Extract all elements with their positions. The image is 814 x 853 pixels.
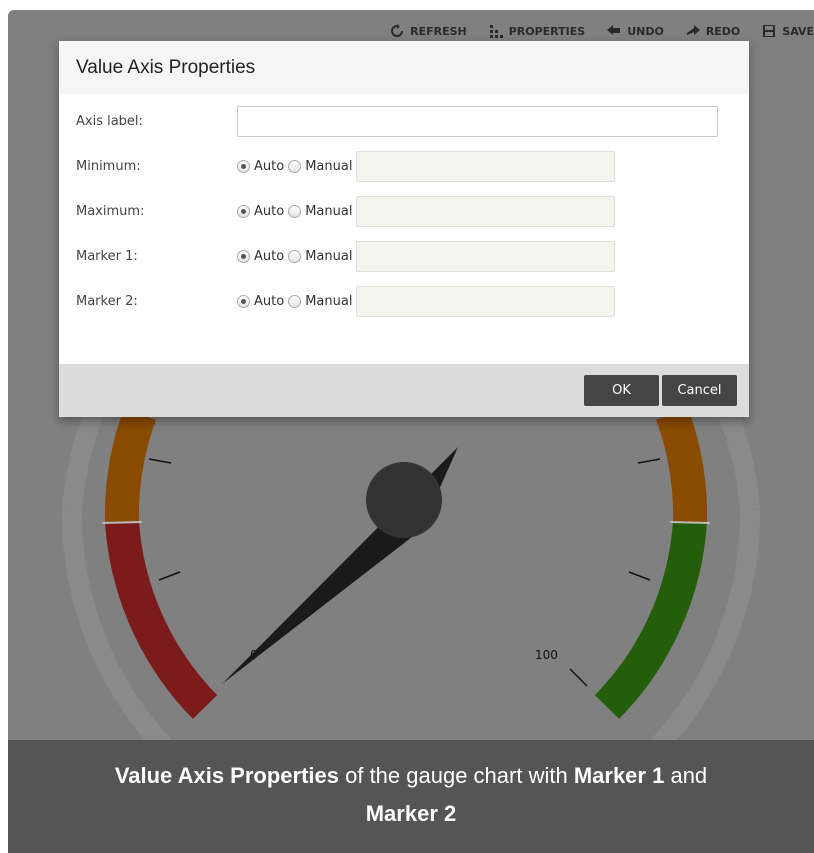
gauge-tick (158, 571, 181, 581)
maximum-radio-group: Auto Manual (237, 204, 356, 219)
marker1-radio-group: Auto Manual (237, 249, 356, 264)
dialog-footer: OK Cancel (59, 364, 749, 417)
marker2-auto-radio[interactable] (237, 294, 250, 308)
gauge-band-red (105, 520, 218, 719)
gauge-max-label: 100 (535, 648, 558, 662)
maximum-value-input[interactable] (356, 195, 615, 227)
marker1-value-input[interactable] (356, 240, 615, 272)
save-icon (762, 24, 776, 38)
caption-part3: Marker 1 (573, 763, 665, 788)
gauge-hub (366, 462, 442, 538)
redo-button[interactable]: REDO (686, 24, 740, 38)
dialog-header: Value Axis Properties (59, 41, 749, 94)
dialog-title: Value Axis Properties (76, 56, 256, 78)
caption-part2: of the gauge chart with (339, 763, 574, 788)
marker1-manual-radio[interactable] (288, 249, 302, 263)
maximum-label: Maximum: (76, 203, 145, 219)
save-label: SAVE (782, 24, 814, 38)
figure-caption: Value Axis Properties of the gauge chart… (8, 740, 814, 853)
marker1-manual-label: Manual (305, 248, 353, 264)
gauge-band-orange (104, 408, 157, 523)
gauge-tick (569, 668, 588, 687)
maximum-row: Maximum: Auto Manual (59, 195, 749, 227)
refresh-icon (390, 24, 404, 38)
refresh-label: REFRESH (410, 24, 467, 38)
minimum-radio-group: Auto Manual (237, 159, 356, 174)
maximum-manual-label: Manual (305, 203, 353, 219)
gauge-tick (628, 571, 651, 581)
save-button[interactable]: SAVE (762, 24, 814, 38)
gauge-band-orange-right (655, 408, 708, 523)
caption-part1: Value Axis Properties (114, 763, 339, 788)
marker2-label: Marker 2: (76, 293, 138, 309)
minimum-manual-label: Manual (305, 158, 353, 174)
cancel-button[interactable]: Cancel (662, 375, 737, 406)
value-axis-properties-dialog: Value Axis Properties Axis label: Minimu… (59, 41, 749, 417)
minimum-row: Minimum: Auto Manual (59, 150, 749, 182)
marker2-auto-label: Auto (254, 293, 285, 309)
gauge-tick (637, 458, 661, 464)
minimum-auto-label: Auto (254, 158, 285, 174)
refresh-button[interactable]: REFRESH (390, 24, 467, 38)
minimum-auto-radio[interactable] (237, 159, 250, 173)
properties-icon (489, 24, 503, 38)
caption-part4: and (664, 763, 708, 788)
axis-label-row: Axis label: (59, 105, 749, 137)
redo-icon (686, 24, 700, 38)
marker1-row: Marker 1: Auto Manual (59, 240, 749, 272)
marker2-row: Marker 2: Auto Manual (59, 285, 749, 317)
minimum-manual-radio[interactable] (288, 159, 302, 173)
properties-button[interactable]: PROPERTIES (489, 24, 585, 38)
marker2-radio-group: Auto Manual (237, 294, 356, 309)
marker2-manual-label: Manual (305, 293, 353, 309)
maximum-auto-radio[interactable] (237, 204, 250, 218)
gauge-band-green (594, 520, 707, 719)
gauge-tick (148, 458, 172, 464)
minimum-label: Minimum: (76, 158, 141, 174)
properties-label: PROPERTIES (508, 24, 586, 38)
undo-label: UNDO (627, 24, 664, 38)
undo-button[interactable]: UNDO (607, 24, 664, 38)
axis-label-label: Axis label: (76, 113, 143, 129)
marker2-manual-radio[interactable] (288, 294, 302, 308)
marker2-value-input[interactable] (356, 285, 615, 317)
maximum-manual-radio[interactable] (288, 204, 302, 218)
caption-part5: Marker 2 (365, 801, 457, 826)
ok-button[interactable]: OK (584, 375, 659, 406)
marker1-auto-radio[interactable] (237, 249, 250, 263)
undo-icon (607, 24, 621, 38)
maximum-auto-label: Auto (254, 203, 285, 219)
chart-canvas: 0 100 REFRESH PROPERTIES UNDO (8, 10, 814, 853)
redo-label: REDO (705, 24, 741, 38)
marker1-auto-label: Auto (254, 248, 285, 264)
axis-label-input[interactable] (237, 105, 718, 137)
minimum-value-input[interactable] (356, 150, 615, 182)
marker1-label: Marker 1: (76, 248, 138, 264)
